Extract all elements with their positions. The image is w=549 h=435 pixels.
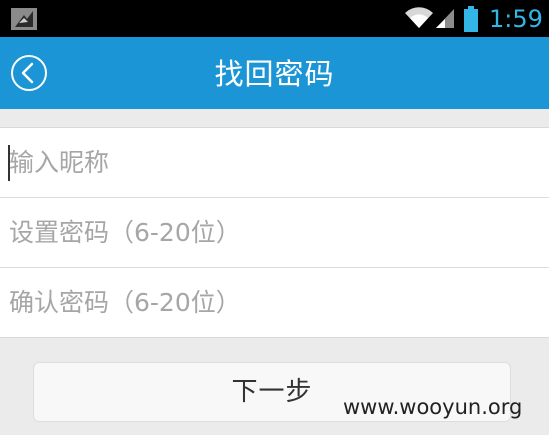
password-input[interactable] xyxy=(0,198,549,267)
status-time: 1:59 xyxy=(489,5,543,33)
nickname-input[interactable] xyxy=(0,128,549,197)
recover-password-form xyxy=(0,127,549,338)
password-field-row xyxy=(0,197,549,267)
watermark: www.wooyun.org xyxy=(343,395,523,419)
text-cursor xyxy=(8,145,10,181)
notification-icon xyxy=(11,8,37,30)
confirm-password-input[interactable] xyxy=(0,268,549,337)
battery-icon xyxy=(464,6,478,32)
confirm-password-field-row xyxy=(0,267,549,337)
status-bar: 1:59 xyxy=(0,0,549,37)
wifi-icon xyxy=(405,7,433,29)
nickname-field-row xyxy=(0,128,549,197)
signal-icon xyxy=(436,9,454,28)
title-bar: 找回密码 xyxy=(0,37,549,109)
page-title: 找回密码 xyxy=(214,57,335,91)
